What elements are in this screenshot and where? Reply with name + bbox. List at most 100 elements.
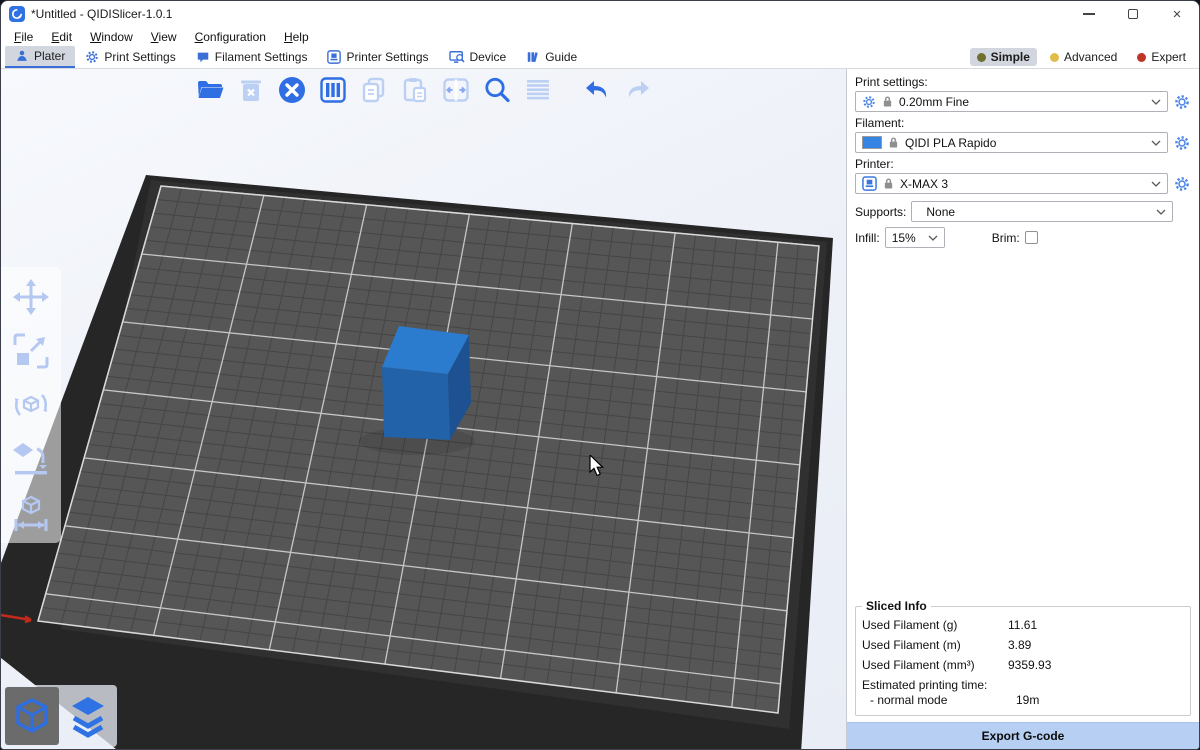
filament-label: Filament: <box>855 116 1191 130</box>
advanced-dot-icon <box>1050 53 1059 62</box>
gear-icon <box>862 95 876 109</box>
window-title: *Untitled - QIDISlicer-1.0.1 <box>31 7 172 21</box>
lock-icon <box>883 177 894 190</box>
printer-select[interactable]: X-MAX 3 <box>855 173 1168 194</box>
used-filament-g-value: 11.61 <box>1008 618 1184 632</box>
menu-file[interactable]: File <box>5 30 42 44</box>
search-icon[interactable] <box>481 74 513 106</box>
printer-label: Printer: <box>855 157 1191 171</box>
preview-layers-icon[interactable] <box>61 687 115 745</box>
tabbar: Plater Print Settings Filament Settings … <box>1 46 1199 69</box>
tab-printer-settings[interactable]: Printer Settings <box>317 46 438 68</box>
estimated-time-label: Estimated printing time: <box>862 675 1184 692</box>
undo-icon[interactable] <box>581 74 613 106</box>
brim-label: Brim: <box>992 231 1020 245</box>
model-cube[interactable] <box>382 326 471 440</box>
export-gcode-button[interactable]: Export G-code <box>847 722 1199 749</box>
measure-icon[interactable] <box>9 491 53 535</box>
menubar: File Edit Window View Configuration Help <box>1 27 1199 46</box>
open-folder-icon[interactable] <box>194 74 226 106</box>
copy-icon[interactable] <box>358 74 390 106</box>
chevron-down-icon <box>928 235 938 241</box>
titlebar: *Untitled - QIDISlicer-1.0.1 × <box>1 1 1199 27</box>
print-settings-select[interactable]: 0.20mm Fine <box>855 91 1168 112</box>
expert-dot-icon <box>1137 53 1146 62</box>
sliced-info-row: - normal mode 19m <box>862 692 1184 709</box>
move-icon[interactable] <box>9 275 53 319</box>
filament-gear-button[interactable] <box>1173 135 1191 151</box>
menu-help[interactable]: Help <box>275 30 318 44</box>
viewport-toolbar <box>194 74 654 106</box>
printer-gear-button[interactable] <box>1173 176 1191 192</box>
used-filament-mm3-label: Used Filament (mm³) <box>862 658 1008 672</box>
filament-icon <box>196 50 210 64</box>
print-settings-label: Print settings: <box>855 75 1191 89</box>
sliced-info-row: Used Filament (m) 3.89 <box>862 635 1184 655</box>
rotate-icon[interactable] <box>9 383 53 427</box>
tab-device[interactable]: Device <box>439 46 517 68</box>
filament-select[interactable]: QIDI PLA Rapido <box>855 132 1168 153</box>
menu-configuration[interactable]: Configuration <box>186 30 275 44</box>
object-manipulation-toolbar <box>1 267 61 543</box>
normal-mode-label: - normal mode <box>870 693 1016 707</box>
chevron-down-icon <box>1151 140 1161 146</box>
used-filament-mm3-value: 9359.93 <box>1008 658 1184 672</box>
menu-view[interactable]: View <box>142 30 186 44</box>
settings-sidebar: Print settings: 0.20mm Fine Filament: QI… <box>846 69 1199 749</box>
split-icon[interactable] <box>440 74 472 106</box>
chevron-down-icon <box>1151 181 1161 187</box>
gear-icon <box>1174 135 1190 151</box>
lock-icon <box>882 95 893 108</box>
viewport-3d[interactable] <box>1 69 846 749</box>
gear-icon <box>1174 94 1190 110</box>
supports-value: None <box>918 205 1150 219</box>
infill-select[interactable]: 15% <box>885 227 945 248</box>
redo-icon[interactable] <box>622 74 654 106</box>
mode-expert[interactable]: Expert <box>1130 48 1193 66</box>
brim-checkbox[interactable] <box>1025 231 1038 244</box>
variable-layer-height-icon[interactable] <box>522 74 554 106</box>
close-button[interactable]: × <box>1155 1 1199 27</box>
delete-icon[interactable] <box>235 74 267 106</box>
printer-icon <box>862 176 877 191</box>
mode-advanced[interactable]: Advanced <box>1043 48 1124 66</box>
sliced-info-panel: Sliced Info Used Filament (g) 11.61 Used… <box>855 599 1191 716</box>
menu-window[interactable]: Window <box>81 30 142 44</box>
supports-select[interactable]: None <box>911 201 1173 222</box>
mode-simple[interactable]: Simple <box>970 48 1037 66</box>
chevron-down-icon <box>1151 99 1161 105</box>
gear-icon <box>1174 176 1190 192</box>
used-filament-g-label: Used Filament (g) <box>862 618 1008 632</box>
normal-mode-value: 19m <box>1016 693 1184 707</box>
gear-icon <box>85 50 99 64</box>
maximize-icon <box>1128 9 1138 19</box>
minimize-button[interactable] <box>1067 1 1111 27</box>
guide-books-icon <box>526 50 540 64</box>
maximize-button[interactable] <box>1111 1 1155 27</box>
place-on-face-icon[interactable] <box>9 437 53 481</box>
plater-icon <box>15 49 29 63</box>
paste-icon[interactable] <box>399 74 431 106</box>
tab-print-settings[interactable]: Print Settings <box>75 46 185 68</box>
arrange-icon[interactable] <box>317 74 349 106</box>
tab-guide[interactable]: Guide <box>516 46 587 68</box>
menu-edit[interactable]: Edit <box>42 30 81 44</box>
used-filament-m-label: Used Filament (m) <box>862 638 1008 652</box>
lock-icon <box>888 136 899 149</box>
printer-icon <box>327 50 341 64</box>
sliced-info-row: Used Filament (mm³) 9359.93 <box>862 655 1184 675</box>
simple-dot-icon <box>977 53 986 62</box>
used-filament-m-value: 3.89 <box>1008 638 1184 652</box>
view-toggle <box>3 685 117 747</box>
editor-3d-icon[interactable] <box>5 687 59 745</box>
sliced-info-title: Sliced Info <box>862 599 931 613</box>
print-settings-gear-button[interactable] <box>1173 94 1191 110</box>
minimize-icon <box>1083 13 1095 15</box>
app-window: *Untitled - QIDISlicer-1.0.1 × File Edit… <box>0 0 1200 750</box>
mode-selector: Simple Advanced Expert <box>970 46 1199 68</box>
scale-icon[interactable] <box>9 329 53 373</box>
app-logo-icon <box>9 6 25 22</box>
tab-filament-settings[interactable]: Filament Settings <box>186 46 318 68</box>
tab-plater[interactable]: Plater <box>5 46 75 68</box>
delete-all-icon[interactable] <box>276 74 308 106</box>
